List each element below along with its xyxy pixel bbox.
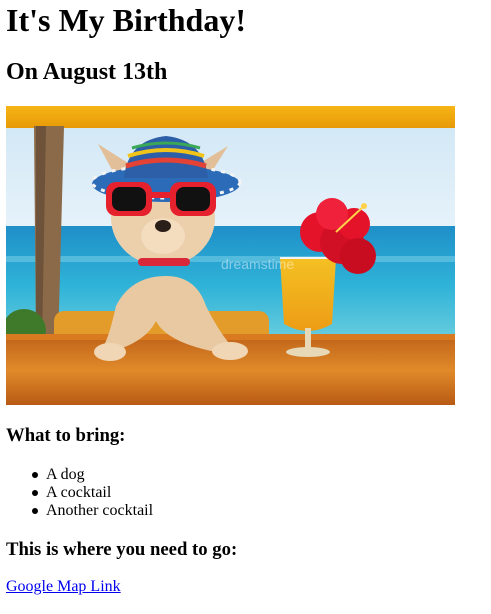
list-item: A dog [31, 466, 153, 484]
svg-text:dreamstime: dreamstime [221, 256, 294, 272]
list-item: Another cocktail [31, 502, 154, 519]
bring-list: A dog A cocktail Another cocktail [6, 466, 153, 520]
page-subtitle: On August 13th [6, 59, 168, 85]
google-map-link[interactable]: Google Map Link [6, 578, 121, 596]
page-title: It's My Birthday! [6, 2, 246, 38]
birthday-photo: dreamstime [6, 106, 455, 405]
location-heading: This is where you need to go: [6, 539, 238, 560]
bring-heading: What to bring: [6, 425, 126, 446]
list-item: A cocktail [31, 484, 153, 502]
